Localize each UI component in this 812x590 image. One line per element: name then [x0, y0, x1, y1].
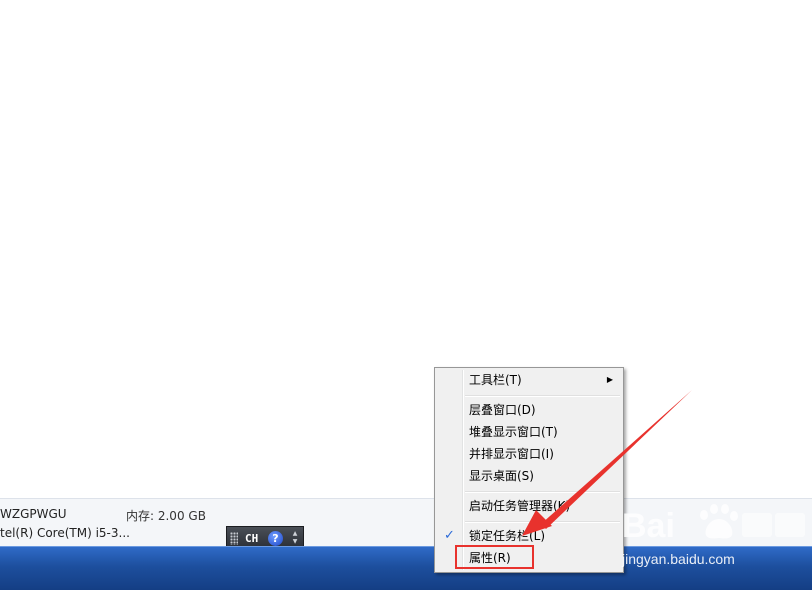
menu-item-toolbars[interactable]: 工具栏(T) ▶: [437, 370, 621, 390]
desktop[interactable]: [0, 0, 812, 500]
menu-item-label: 启动任务管理器(K): [469, 499, 571, 513]
system-info-panel: WZGPWGU 内存: 2.00 GB tel(R) Core(TM) i5-3…: [0, 498, 812, 547]
grip-handle-icon[interactable]: [230, 532, 238, 545]
memory-info: 内存: 2.00 GB: [126, 509, 206, 523]
computer-name: WZGPWGU: [0, 507, 67, 521]
menu-item-label: 工具栏(T): [469, 373, 522, 387]
menu-item-show-desktop[interactable]: 显示桌面(S): [437, 466, 621, 486]
submenu-arrow-icon: ▶: [606, 375, 613, 384]
menu-item-label: 锁定任务栏(L): [469, 529, 546, 543]
menu-separator: [465, 521, 620, 523]
taskbar[interactable]: [0, 546, 812, 590]
menu-item-task-manager[interactable]: 启动任务管理器(K): [437, 496, 621, 516]
menu-item-label: 并排显示窗口(I): [469, 447, 554, 461]
menu-item-lock-taskbar[interactable]: ✓ 锁定任务栏(L): [437, 526, 621, 546]
menu-item-label: 层叠窗口(D): [469, 403, 536, 417]
cpu-info: tel(R) Core(TM) i5-3...: [0, 526, 130, 540]
menu-separator: [465, 395, 620, 397]
menu-item-side-by-side[interactable]: 并排显示窗口(I): [437, 444, 621, 464]
menu-item-label: 堆叠显示窗口(T): [469, 425, 558, 439]
highlight-box: [455, 545, 534, 569]
language-indicator[interactable]: CH: [245, 532, 258, 545]
menu-item-label: 显示桌面(S): [469, 469, 534, 483]
menu-item-stack-windows[interactable]: 堆叠显示窗口(T): [437, 422, 621, 442]
menu-separator: [465, 491, 620, 493]
taskbar-context-menu: 工具栏(T) ▶ 层叠窗口(D) 堆叠显示窗口(T) 并排显示窗口(I) 显示桌…: [434, 367, 624, 573]
menu-item-cascade-windows[interactable]: 层叠窗口(D): [437, 400, 621, 420]
checkmark-icon: ✓: [444, 528, 455, 543]
help-icon[interactable]: ?: [268, 531, 283, 546]
